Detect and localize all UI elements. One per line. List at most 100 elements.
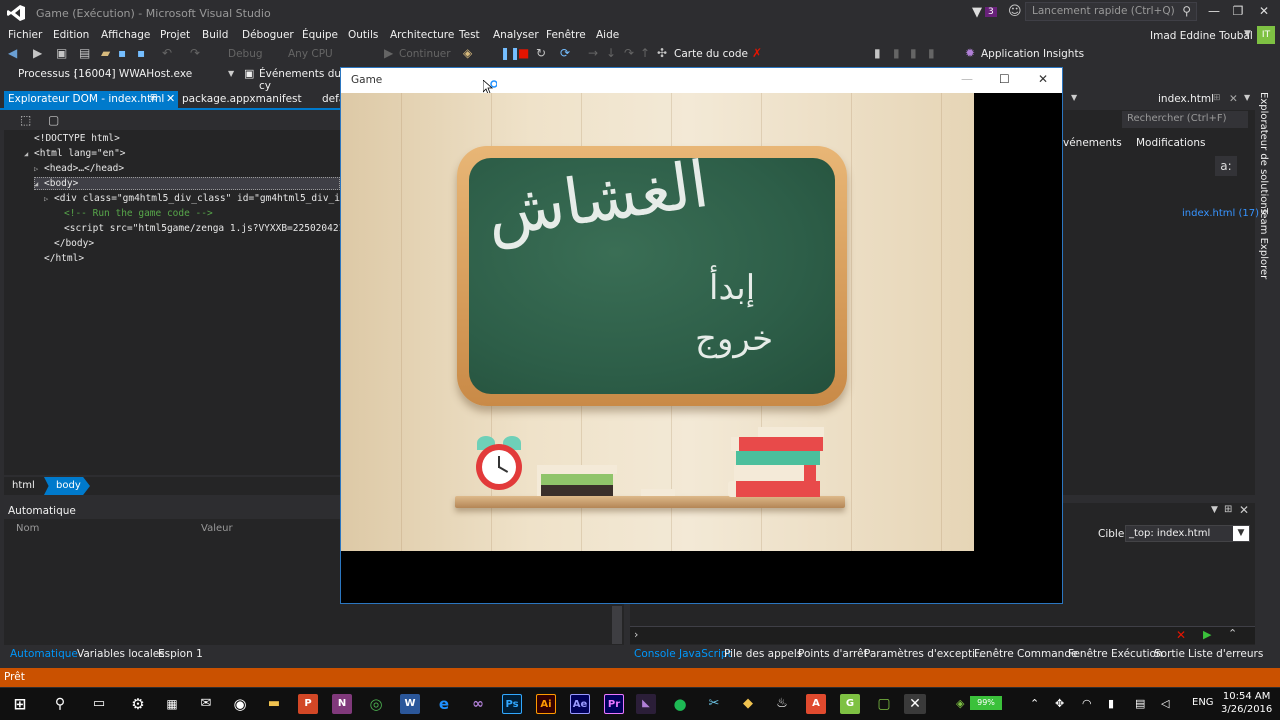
bookmark-clear-icon[interactable]: ▮ <box>928 46 935 60</box>
menu-aide[interactable]: Aide <box>596 29 619 41</box>
process-dropdown-icon[interactable]: ▼ <box>228 69 234 78</box>
tab-right-close-icon[interactable]: ✕ <box>1229 93 1238 105</box>
task-view-icon[interactable]: ▭ <box>89 694 109 714</box>
tab-overflow-icon[interactable]: ▼ <box>1244 93 1250 102</box>
paint-icon[interactable]: ◆ <box>738 694 758 714</box>
menu-projet[interactable]: Projet <box>160 29 190 41</box>
lifecycle-events-dropdown[interactable]: Événements du cy <box>259 68 345 92</box>
wifi-icon[interactable]: ◠ <box>1082 697 1092 710</box>
game-canvas[interactable]: الغشاش إبدأ خروج <box>341 93 974 551</box>
visual-studio-icon[interactable]: ∞ <box>468 694 488 714</box>
application-insights-button[interactable]: Application Insights <box>981 48 1084 60</box>
menu-analyser[interactable]: Analyser <box>493 29 539 41</box>
dom-node[interactable]: <!-- Run the game code --> <box>54 208 213 219</box>
dom-node[interactable]: <script src="html5game/zenga 1.js?VYXXB=… <box>54 223 361 234</box>
game-maximize-icon[interactable]: ☐ <box>999 72 1010 86</box>
vtab-solution-explorer[interactable]: Explorateur de solutions <box>1258 92 1269 214</box>
new-project-icon[interactable]: ▣ <box>56 46 67 60</box>
vtab-team-explorer[interactable]: Team Explorer <box>1258 208 1269 279</box>
column-header-name[interactable]: Nom <box>16 523 39 534</box>
restore-icon[interactable]: ❐ <box>1228 4 1248 18</box>
menu-deboguer[interactable]: Déboguer <box>242 29 294 41</box>
tab-autos[interactable]: Automatique <box>10 648 78 660</box>
premiere-icon[interactable]: Pr <box>604 694 624 714</box>
open-folder-icon[interactable]: ▰ <box>101 46 110 60</box>
console-input[interactable]: › ✕ ▶ ⌃ <box>630 626 1255 644</box>
tab-immediate-window[interactable]: Fenêtre Exécution <box>1068 648 1163 660</box>
tab-error-list[interactable]: Liste d'erreurs <box>1188 648 1263 660</box>
tab-javascript-console[interactable]: Console JavaScript <box>634 648 732 660</box>
tab-modifications[interactable]: Modifications <box>1136 137 1205 149</box>
show-next-statement-icon[interactable]: → <box>588 46 598 60</box>
touchpad-icon[interactable]: ✥ <box>1055 697 1064 710</box>
restart-icon[interactable]: ↻ <box>536 46 546 60</box>
tab-call-stack[interactable]: Pile des appels <box>724 648 802 660</box>
continue-icon[interactable]: ▶ <box>384 46 393 60</box>
clear-console-icon[interactable]: ✕ <box>1176 628 1186 642</box>
menu-build[interactable]: Build <box>202 29 228 41</box>
right-search-input[interactable]: Rechercher (Ctrl+F) <box>1122 111 1248 128</box>
bookmark-prev-icon[interactable]: ▮ <box>893 46 900 60</box>
menu-outils[interactable]: Outils <box>348 29 378 41</box>
tab-breakpoints[interactable]: Points d'arrêt <box>798 648 868 660</box>
dom-node[interactable]: <!DOCTYPE html> <box>24 133 120 144</box>
user-name[interactable]: Imad Eddine Toubal <box>1150 30 1253 42</box>
close-icon[interactable]: ✕ <box>1254 4 1274 18</box>
file-explorer-icon[interactable]: ▬ <box>264 694 284 714</box>
tab-locals[interactable]: Variables locales <box>77 648 165 660</box>
powerpoint-icon[interactable]: P <box>298 694 318 714</box>
panel-close-icon[interactable]: ✕ <box>1239 503 1249 517</box>
tab-events[interactable]: vénements <box>1063 137 1122 149</box>
menu-fenetre[interactable]: Fenêtre <box>546 29 586 41</box>
tab-dom-explorer[interactable]: Explorateur DOM - index.html ⊞ ✕ <box>4 91 178 108</box>
stop-icon[interactable]: ■ <box>518 46 529 60</box>
tab-output[interactable]: Sortie <box>1154 648 1185 660</box>
menu-affichage[interactable]: Affichage <box>101 29 150 41</box>
game-title-bar[interactable]: Game — ☐ ✕ <box>341 68 1062 94</box>
menu-edition[interactable]: Edition <box>53 29 89 41</box>
column-header-value[interactable]: Valeur <box>201 523 233 534</box>
volume-icon[interactable]: ◁ <box>1161 697 1169 710</box>
steam-icon[interactable]: ♨ <box>772 694 792 714</box>
game-close-icon[interactable]: ✕ <box>1038 72 1048 86</box>
source-link[interactable]: index.html (17) <box>1182 208 1259 219</box>
settings-gear-icon[interactable]: ⚙ <box>128 694 148 714</box>
step-out-icon[interactable]: ↑ <box>640 46 650 60</box>
tab-exception-settings[interactable]: Paramètres d'excepti... <box>864 648 985 660</box>
process-dropdown[interactable]: [16004] WWAHost.exe <box>74 68 192 80</box>
security-shield-icon[interactable]: ◈ <box>956 697 964 710</box>
photoshop-icon[interactable]: Ps <box>502 694 522 714</box>
after-effects-icon[interactable]: Ae <box>570 694 590 714</box>
dom-node[interactable]: ◢ <html lang="en"> <box>24 148 126 159</box>
gamemaker-icon[interactable]: G <box>840 694 860 714</box>
breadcrumb-html[interactable]: html <box>12 480 35 491</box>
panel-menu-icon[interactable]: ▼ <box>1211 505 1218 515</box>
mail-icon[interactable]: ✉ <box>196 694 216 714</box>
lifecycle-events-icon[interactable]: ▣ <box>244 67 254 80</box>
clock[interactable]: 10:54 AM 3/26/2016 <box>1221 690 1272 716</box>
expand-arrow-icon[interactable]: ▷ <box>44 195 54 203</box>
game-minimize-icon[interactable]: — <box>961 72 973 86</box>
edge-icon[interactable]: e <box>434 694 454 714</box>
windows-start-icon[interactable]: ⊞ <box>10 694 30 714</box>
tab-close-icon[interactable]: ✕ <box>166 92 175 105</box>
menu-fichier[interactable]: Fichier <box>8 29 42 41</box>
code-map-icon[interactable]: ✣ <box>657 46 667 60</box>
onenote-icon[interactable]: N <box>332 694 352 714</box>
expand-arrow-icon[interactable]: ▷ <box>34 165 44 173</box>
illustrator-icon[interactable]: Ai <box>536 694 556 714</box>
chrome-icon[interactable]: ◎ <box>366 694 386 714</box>
word-icon[interactable]: W <box>400 694 420 714</box>
tab-index-html[interactable]: index.html <box>1158 93 1214 105</box>
terminal-icon[interactable]: ▢ <box>874 694 894 714</box>
tab-command-window[interactable]: Fenêtre Commande <box>974 648 1077 660</box>
platform-dropdown[interactable]: Any CPU <box>288 48 333 60</box>
run-icon[interactable]: ▶ <box>1203 628 1211 641</box>
bookmark-next-icon[interactable]: ▮ <box>910 46 917 60</box>
step-into-icon[interactable]: ↓ <box>606 46 616 60</box>
dom-node[interactable]: ◢ <body> <box>34 178 78 189</box>
expand-arrow-icon[interactable]: ◢ <box>34 180 44 188</box>
tab-pin-icon[interactable]: ⊞ <box>1213 93 1221 103</box>
tab-watch-1[interactable]: Espion 1 <box>158 648 203 660</box>
step-over-icon[interactable]: ↷ <box>624 46 634 60</box>
